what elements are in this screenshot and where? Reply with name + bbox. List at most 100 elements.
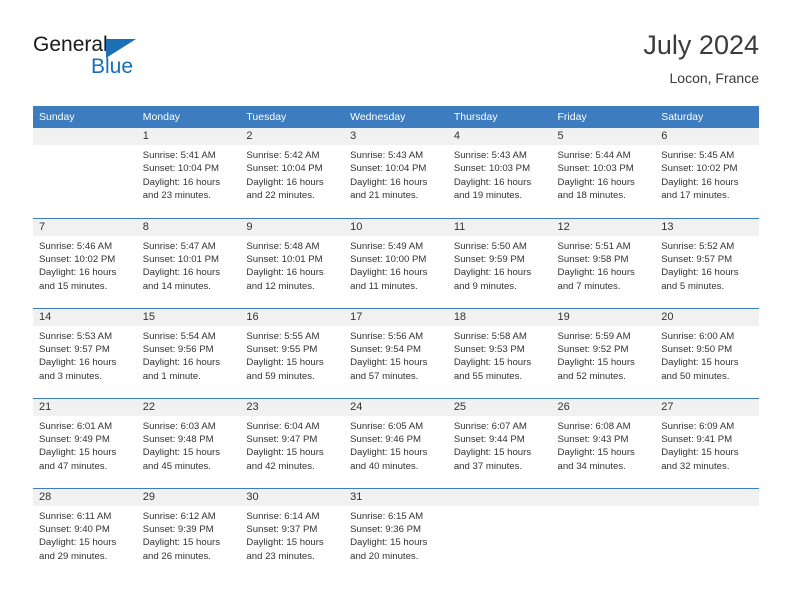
- day-cell[interactable]: 24 Sunrise: 6:05 AM Sunset: 9:46 PM Dayligh…: [344, 397, 448, 488]
- day-number: 10: [344, 218, 448, 236]
- daylight-duration-line2: and 19 minutes.: [453, 190, 523, 202]
- sunrise-time: Sunrise: 5:53 AM: [39, 330, 113, 342]
- day-number: 5: [551, 128, 656, 145]
- day-cell[interactable]: 29 Sunrise: 6:12 AM Sunset: 9:39 PM Dayligh…: [136, 487, 241, 578]
- day-details: Sunrise: 5:56 AM Sunset: 9:54 PM Daylight:…: [344, 326, 448, 384]
- weekday-header-friday: Friday: [551, 106, 656, 128]
- day-cell[interactable]: 3 Sunrise: 5:43 AM Sunset: 10:04 PM Dayligh…: [344, 128, 448, 218]
- sunset-time: Sunset: 9:55 PM: [246, 343, 318, 355]
- day-number: 1: [136, 128, 241, 145]
- day-details: Sunrise: 6:08 AM Sunset: 9:43 PM Daylight:…: [552, 416, 656, 474]
- sunrise-time: Sunrise: 5:47 AM: [142, 240, 216, 252]
- sunset-time: Sunset: 9:43 PM: [557, 433, 629, 445]
- daylight-duration-line1: Daylight: 15 hours: [661, 447, 739, 459]
- daylight-duration-line1: Daylight: 16 hours: [142, 176, 221, 188]
- daylight-duration-line2: and 15 minutes.: [39, 280, 108, 292]
- sunrise-time: Sunrise: 5:49 AM: [350, 240, 424, 252]
- sunrise-time: Sunrise: 5:54 AM: [142, 330, 216, 342]
- day-number: 8: [136, 218, 241, 236]
- day-cell[interactable]: 12 Sunrise: 5:51 AM Sunset: 9:58 PM Dayligh…: [551, 217, 656, 308]
- day-number: [33, 128, 137, 145]
- sunrise-time: Sunrise: 5:56 AM: [350, 330, 424, 342]
- daylight-duration-line2: and 22 minutes.: [246, 190, 315, 202]
- sunset-time: Sunset: 10:02 PM: [661, 163, 738, 175]
- day-number: 12: [551, 218, 656, 236]
- day-cell[interactable]: 18 Sunrise: 5:58 AM Sunset: 9:53 PM Dayligh…: [447, 307, 552, 398]
- daylight-duration-line2: and 26 minutes.: [142, 550, 211, 562]
- day-cell[interactable]: 21 Sunrise: 6:01 AM Sunset: 9:49 PM Dayligh…: [33, 397, 137, 488]
- day-cell[interactable]: 5 Sunrise: 5:44 AM Sunset: 10:03 PM Dayligh…: [551, 128, 656, 218]
- sunset-time: Sunset: 9:44 PM: [453, 433, 525, 445]
- daylight-duration-line2: and 23 minutes.: [142, 190, 211, 202]
- day-cell[interactable]: 25 Sunrise: 6:07 AM Sunset: 9:44 PM Dayligh…: [447, 397, 552, 488]
- day-cell[interactable]: 26 Sunrise: 6:08 AM Sunset: 9:43 PM Dayligh…: [551, 397, 656, 488]
- day-cell[interactable]: 8 Sunrise: 5:47 AM Sunset: 10:01 PM Dayligh…: [136, 217, 241, 308]
- day-details: Sunrise: 5:58 AM Sunset: 9:53 PM Daylight:…: [448, 326, 552, 384]
- daylight-duration-line1: Daylight: 16 hours: [350, 267, 428, 279]
- day-cell[interactable]: 10 Sunrise: 5:49 AM Sunset: 10:00 PM Daylig…: [344, 217, 448, 308]
- daylight-duration-line1: Daylight: 16 hours: [39, 357, 117, 369]
- day-details: Sunrise: 5:52 AM Sunset: 9:57 PM Daylight:…: [655, 236, 759, 294]
- daylight-duration-line1: Daylight: 16 hours: [661, 176, 739, 188]
- day-cell[interactable]: 15 Sunrise: 5:54 AM Sunset: 9:56 PM Dayligh…: [136, 307, 241, 398]
- day-details: Sunrise: 5:50 AM Sunset: 9:59 PM Daylight:…: [448, 236, 552, 294]
- daylight-duration-line2: and 5 minutes.: [661, 280, 725, 292]
- day-cell[interactable]: 14 Sunrise: 5:53 AM Sunset: 9:57 PM Dayligh…: [33, 307, 137, 398]
- day-cell[interactable]: 1 Sunrise: 5:41 AM Sunset: 10:04 PM Dayligh…: [136, 128, 241, 218]
- day-cell[interactable]: 30 Sunrise: 6:14 AM Sunset: 9:37 PM Dayligh…: [240, 487, 345, 578]
- daylight-duration-line1: Daylight: 15 hours: [39, 447, 117, 459]
- sunrise-time: Sunrise: 6:04 AM: [246, 420, 320, 432]
- sunset-time: Sunset: 10:01 PM: [246, 253, 323, 265]
- day-cell[interactable]: 17 Sunrise: 5:56 AM Sunset: 9:54 PM Dayligh…: [344, 307, 448, 398]
- day-details: Sunrise: 6:01 AM Sunset: 9:49 PM Daylight:…: [33, 416, 137, 474]
- day-details: Sunrise: 5:43 AM Sunset: 10:04 PM Daylight…: [344, 145, 448, 203]
- sunset-time: Sunset: 10:00 PM: [350, 253, 427, 265]
- day-cell[interactable]: 2 Sunrise: 5:42 AM Sunset: 10:04 PM Dayligh…: [240, 128, 345, 218]
- day-cell[interactable]: 22 Sunrise: 6:03 AM Sunset: 9:48 PM Dayligh…: [136, 397, 241, 488]
- daylight-duration-line2: and 45 minutes.: [142, 460, 211, 472]
- sunset-time: Sunset: 10:04 PM: [142, 163, 219, 175]
- day-details: Sunrise: 6:12 AM Sunset: 9:39 PM Daylight:…: [137, 506, 241, 564]
- calendar-week-row: 1 Sunrise: 5:41 AM Sunset: 10:04 PM Dayligh…: [33, 128, 759, 218]
- day-number: 7: [33, 218, 137, 236]
- sunset-time: Sunset: 10:01 PM: [142, 253, 219, 265]
- sunrise-time: Sunrise: 5:59 AM: [557, 330, 631, 342]
- day-cell[interactable]: 13 Sunrise: 5:52 AM Sunset: 9:57 PM Dayligh…: [655, 217, 759, 308]
- sunset-time: Sunset: 9:56 PM: [142, 343, 214, 355]
- sunset-time: Sunset: 10:04 PM: [246, 163, 323, 175]
- day-cell[interactable]: 16 Sunrise: 5:55 AM Sunset: 9:55 PM Dayligh…: [240, 307, 345, 398]
- sunset-time: Sunset: 9:52 PM: [557, 343, 629, 355]
- day-cell[interactable]: 23 Sunrise: 6:04 AM Sunset: 9:47 PM Dayligh…: [240, 397, 345, 488]
- day-cell[interactable]: 6 Sunrise: 5:45 AM Sunset: 10:02 PM Dayligh…: [655, 128, 759, 218]
- daylight-duration-line1: Daylight: 15 hours: [246, 357, 324, 369]
- daylight-duration-line2: and 59 minutes.: [246, 370, 315, 382]
- day-cell[interactable]: 28 Sunrise: 6:11 AM Sunset: 9:40 PM Dayligh…: [33, 487, 137, 578]
- day-cell[interactable]: 19 Sunrise: 5:59 AM Sunset: 9:52 PM Dayligh…: [551, 307, 656, 398]
- sunset-time: Sunset: 9:36 PM: [350, 523, 422, 535]
- sunrise-time: Sunrise: 5:43 AM: [453, 150, 527, 161]
- day-cell-empty: [551, 487, 656, 578]
- sunset-time: Sunset: 9:54 PM: [350, 343, 422, 355]
- day-number: 15: [136, 308, 241, 326]
- daylight-duration-line1: Daylight: 15 hours: [661, 357, 739, 369]
- day-cell[interactable]: 4 Sunrise: 5:43 AM Sunset: 10:03 PM Dayligh…: [447, 128, 552, 218]
- day-details: Sunrise: 5:49 AM Sunset: 10:00 PM Daylight…: [344, 236, 448, 294]
- day-cell[interactable]: 9 Sunrise: 5:48 AM Sunset: 10:01 PM Dayligh…: [240, 217, 345, 308]
- sunrise-time: Sunrise: 6:09 AM: [661, 420, 735, 432]
- daylight-duration-line1: Daylight: 16 hours: [557, 176, 635, 188]
- day-cell[interactable]: 11 Sunrise: 5:50 AM Sunset: 9:59 PM Dayligh…: [447, 217, 552, 308]
- daylight-duration-line1: Daylight: 16 hours: [661, 267, 739, 279]
- daylight-duration-line2: and 52 minutes.: [557, 370, 626, 382]
- daylight-duration-line1: Daylight: 15 hours: [453, 357, 532, 369]
- sunset-time: Sunset: 9:57 PM: [39, 343, 110, 355]
- day-number: 9: [240, 218, 345, 236]
- daylight-duration-line1: Daylight: 15 hours: [246, 447, 324, 459]
- day-cell[interactable]: 7 Sunrise: 5:46 AM Sunset: 10:02 PM Dayligh…: [33, 217, 137, 308]
- daylight-duration-line1: Daylight: 15 hours: [142, 447, 221, 459]
- day-cell[interactable]: 31 Sunrise: 6:15 AM Sunset: 9:36 PM Dayligh…: [344, 487, 448, 578]
- day-cell[interactable]: 20 Sunrise: 6:00 AM Sunset: 9:50 PM Dayligh…: [655, 307, 759, 398]
- daylight-duration-line1: Daylight: 15 hours: [39, 537, 117, 549]
- day-cell[interactable]: 27 Sunrise: 6:09 AM Sunset: 9:41 PM Dayligh…: [655, 397, 759, 488]
- general-blue-logo[interactable]: General Blue: [33, 32, 153, 84]
- day-number: 20: [655, 308, 759, 326]
